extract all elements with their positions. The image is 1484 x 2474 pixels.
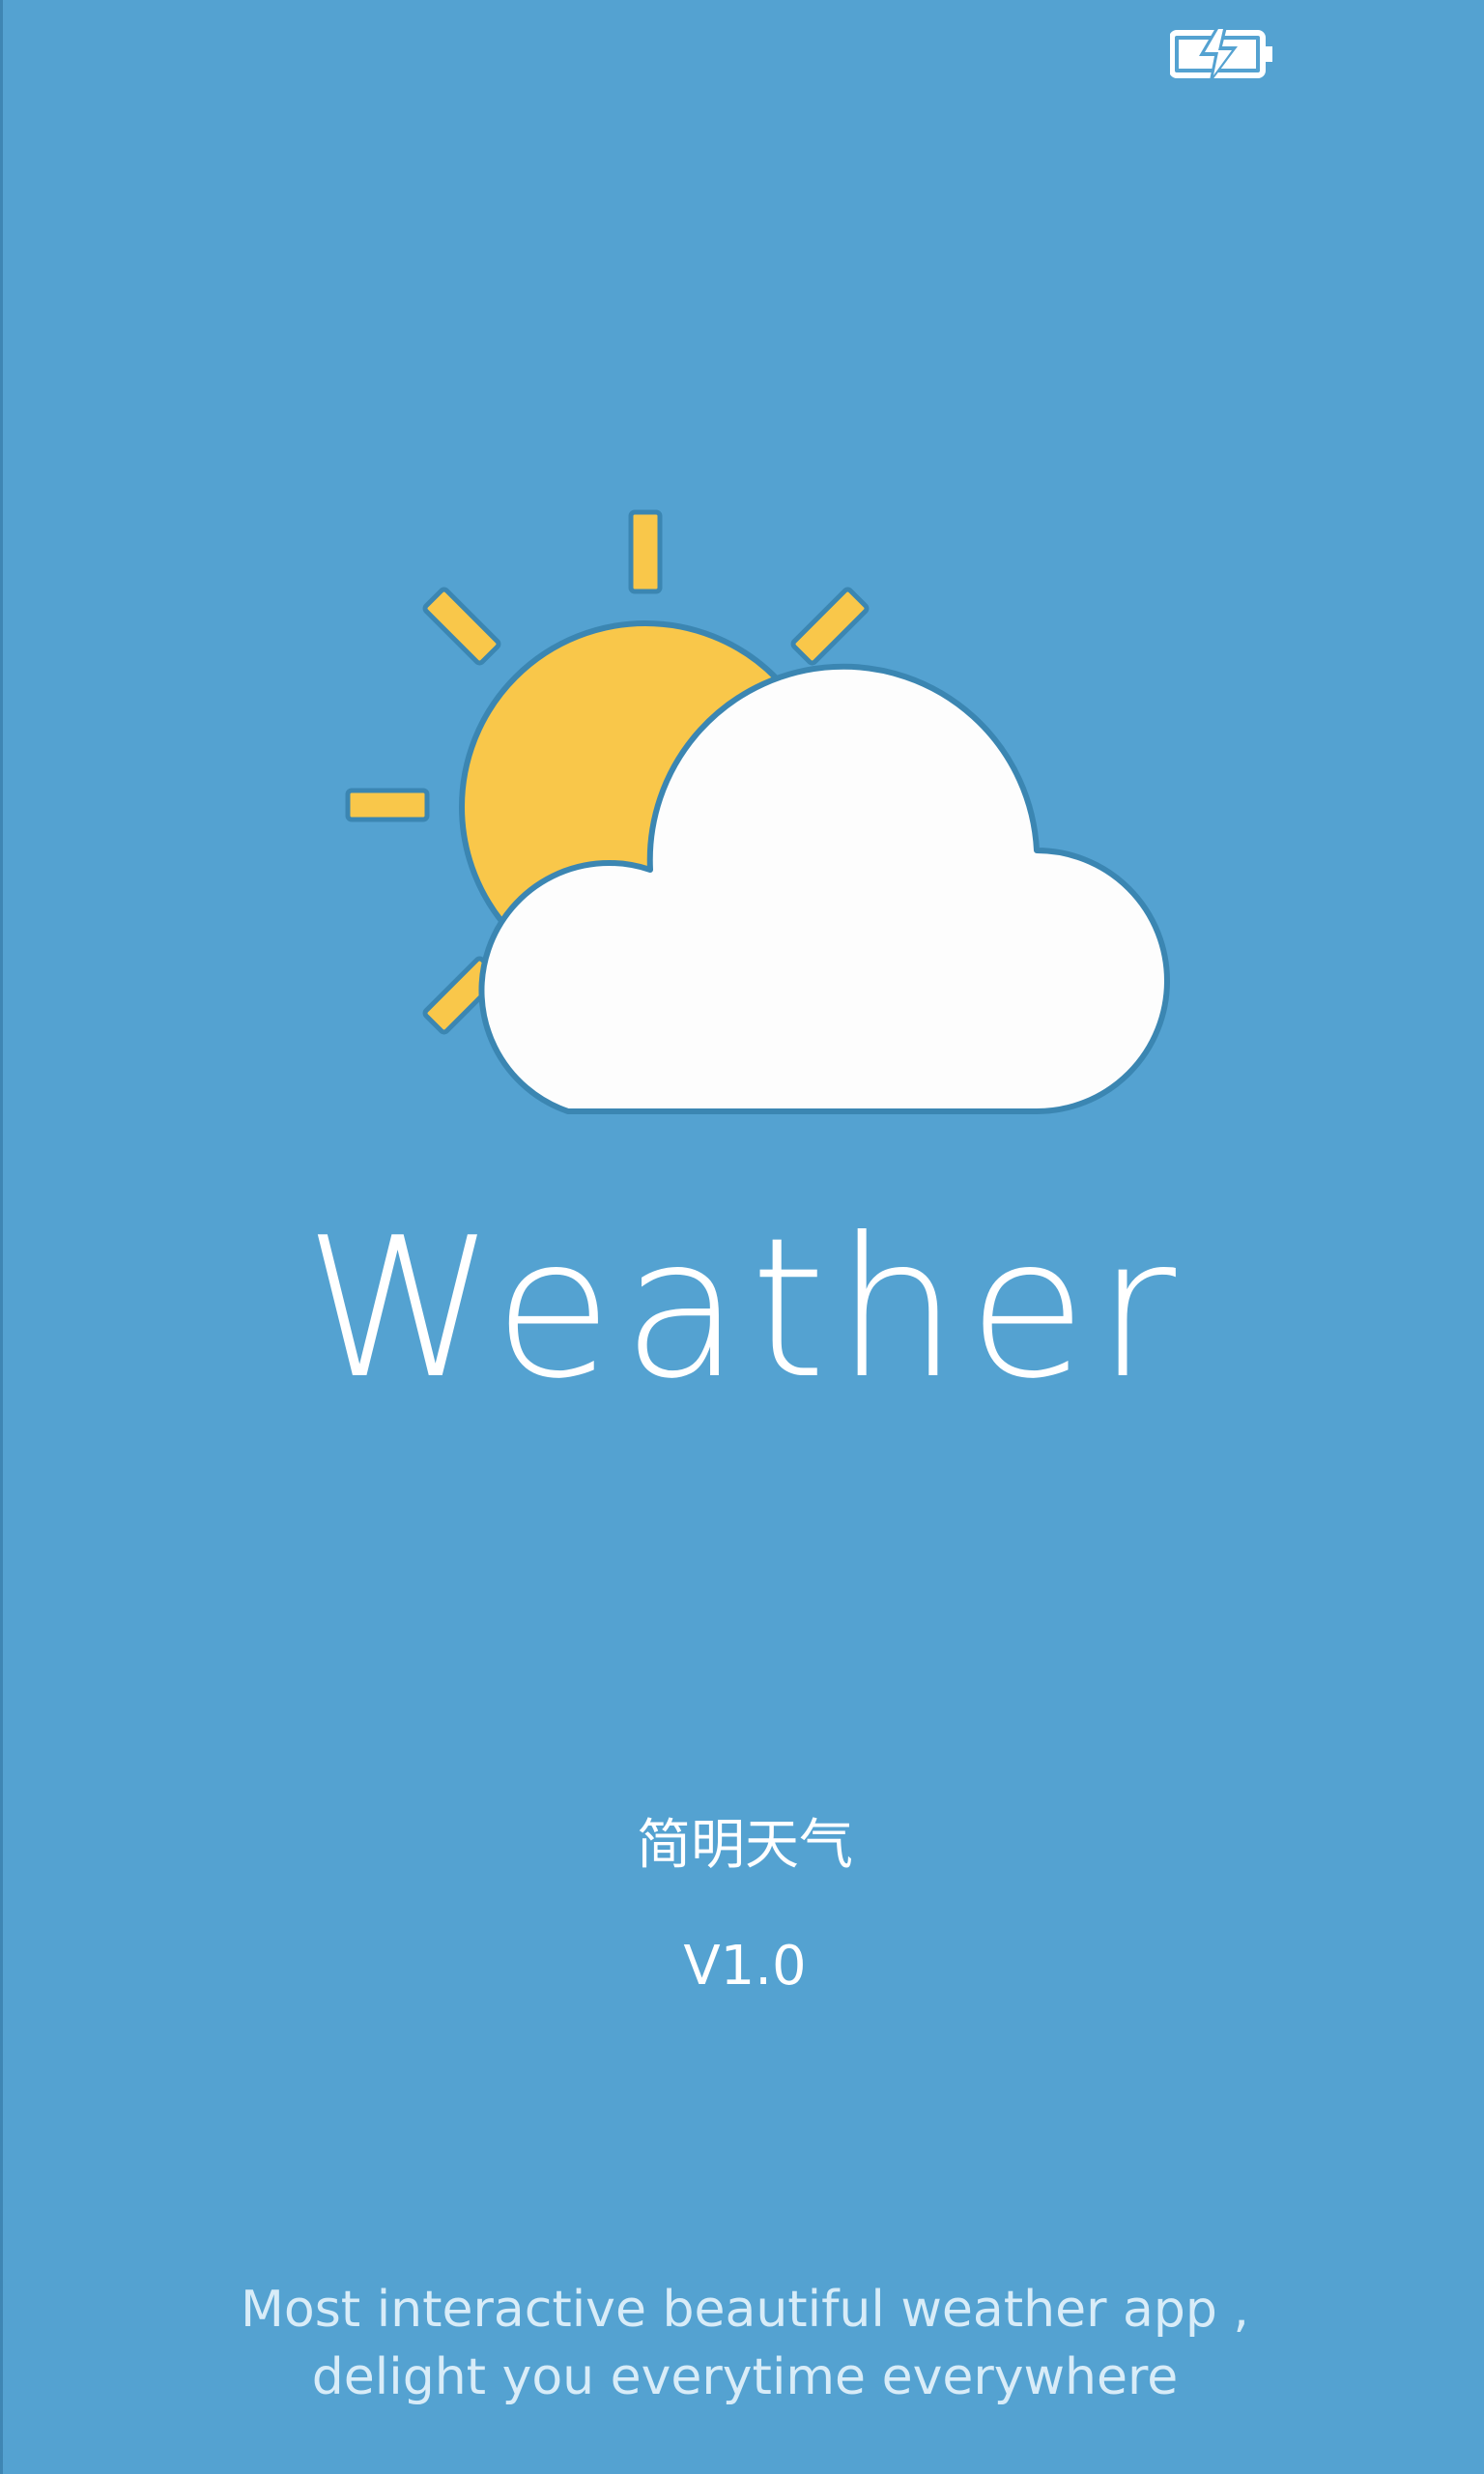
splash-screen: Weather 简明天气 V1.0 Most interactive beaut… (0, 0, 1484, 2474)
tagline: Most interactive beautiful weather app ,… (3, 2276, 1484, 2411)
status-bar (3, 0, 1484, 106)
app-wordmark: Weather (303, 1196, 1186, 1422)
sun-behind-cloud-icon (345, 509, 1170, 1114)
tagline-line-1: Most interactive beautiful weather app , (241, 2281, 1249, 2339)
battery-charging-icon (1170, 23, 1272, 85)
version-label: V1.0 (683, 1935, 807, 1998)
tagline-line-2: delight you everytime everywhere (311, 2348, 1179, 2406)
app-name: 简明天气 (637, 1814, 853, 1877)
